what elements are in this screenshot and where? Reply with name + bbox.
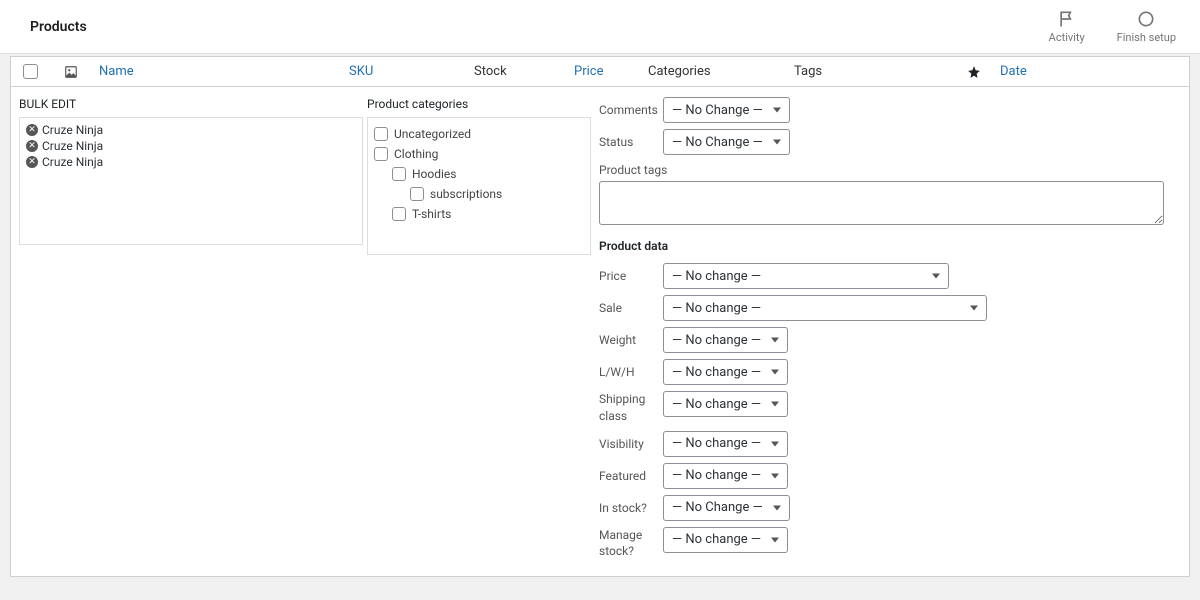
finish-setup-button[interactable]: Finish setup — [1117, 9, 1176, 44]
category-item[interactable]: subscriptions — [408, 184, 586, 204]
remove-icon[interactable]: ✕ — [26, 140, 38, 152]
lwh-row: L/W/H — No change — — [599, 359, 1181, 385]
column-categories: Categories — [642, 64, 788, 79]
price-label: Price — [599, 269, 663, 283]
top-bar: Products Activity Finish setup — [0, 0, 1200, 54]
star-icon — [967, 65, 981, 79]
manage-label: Manage stock? — [599, 527, 663, 561]
category-label: Uncategorized — [394, 127, 471, 141]
category-label: T-shirts — [412, 207, 451, 221]
bulk-title-item[interactable]: ✕ Cruze Ninja — [26, 138, 356, 154]
bulk-title-item[interactable]: ✕ Cruze Ninja — [26, 154, 356, 170]
finish-label: Finish setup — [1117, 31, 1176, 44]
instock-select[interactable]: — No Change — — [663, 495, 790, 521]
category-label: Hoodies — [412, 167, 457, 181]
sale-select[interactable]: — No change — — [663, 295, 987, 321]
instock-row: In stock? — No Change — — [599, 495, 1181, 521]
product-data-rows: Price — No change — Sale — No change — W… — [599, 263, 1181, 560]
bulk-edit-row: BULK EDIT ✕ Cruze Ninja ✕ Cruze Ninja ✕ … — [10, 87, 1190, 577]
column-tags: Tags — [788, 64, 954, 79]
activity-button[interactable]: Activity — [1049, 9, 1085, 44]
category-checkbox[interactable] — [392, 207, 406, 221]
product-tags-input[interactable] — [599, 181, 1164, 225]
status-select[interactable]: — No Change — — [663, 129, 790, 155]
weight-label: Weight — [599, 333, 663, 347]
topbar-actions: Activity Finish setup — [1049, 9, 1176, 44]
page-title: Products — [30, 19, 87, 35]
column-price[interactable]: Price — [568, 64, 642, 79]
shipping-label: Shipping class — [599, 391, 663, 425]
bulk-left-column: BULK EDIT ✕ Cruze Ninja ✕ Cruze Ninja ✕ … — [19, 97, 363, 566]
bulk-titles-list[interactable]: ✕ Cruze Ninja ✕ Cruze Ninja ✕ Cruze Ninj… — [19, 117, 363, 245]
bulk-right-column: Comments — No Change — Status — No Chang… — [591, 97, 1181, 566]
category-checkbox[interactable] — [374, 147, 388, 161]
flag-icon — [1057, 9, 1077, 29]
column-sku[interactable]: SKU — [343, 64, 468, 79]
activity-label: Activity — [1049, 31, 1085, 44]
bulk-title-label: Cruze Ninja — [42, 139, 103, 153]
category-item[interactable]: Uncategorized — [372, 124, 586, 144]
comments-label: Comments — [599, 103, 663, 117]
weight-select[interactable]: — No change — — [663, 327, 788, 353]
price-row: Price — No change — — [599, 263, 1181, 289]
category-label: subscriptions — [430, 187, 502, 201]
column-name[interactable]: Name — [93, 64, 343, 79]
comments-row: Comments — No Change — — [599, 97, 1181, 123]
featured-label: Featured — [599, 469, 663, 483]
product-data-title: Product data — [599, 239, 1181, 253]
column-featured — [954, 65, 994, 79]
category-label: Clothing — [394, 147, 438, 161]
column-date[interactable]: Date — [994, 64, 1094, 79]
column-checkbox — [11, 64, 49, 79]
comments-select[interactable]: — No Change — — [663, 97, 790, 123]
featured-row: Featured — No change — — [599, 463, 1181, 489]
lwh-label: L/W/H — [599, 365, 663, 379]
circle-icon — [1136, 9, 1156, 29]
bulk-title-label: Cruze Ninja — [42, 155, 103, 169]
remove-icon[interactable]: ✕ — [26, 156, 38, 168]
category-checkbox[interactable] — [392, 167, 406, 181]
category-checkbox[interactable] — [374, 127, 388, 141]
bulk-mid-column: Product categories Uncategorized Clothin… — [367, 97, 591, 566]
manage-row: Manage stock? — No change — — [599, 527, 1181, 561]
weight-row: Weight — No change — — [599, 327, 1181, 353]
category-item[interactable]: Clothing — [372, 144, 586, 164]
categories-title: Product categories — [367, 97, 591, 111]
product-tags-label: Product tags — [599, 163, 1181, 177]
status-label: Status — [599, 135, 663, 149]
sale-label: Sale — [599, 301, 663, 315]
column-stock: Stock — [468, 64, 568, 79]
shipping-select[interactable]: — No change — — [663, 391, 788, 417]
bulk-title-item[interactable]: ✕ Cruze Ninja — [26, 122, 356, 138]
categories-list[interactable]: Uncategorized Clothing Hoodies subscript… — [367, 117, 591, 255]
category-item[interactable]: T-shirts — [390, 204, 586, 224]
visibility-row: Visibility — No change — — [599, 431, 1181, 457]
visibility-label: Visibility — [599, 437, 663, 451]
content: Name SKU Stock Price Categories Tags Dat… — [0, 56, 1200, 577]
bulk-title-label: Cruze Ninja — [42, 123, 103, 137]
price-select[interactable]: — No change — — [663, 263, 949, 289]
lwh-select[interactable]: — No change — — [663, 359, 788, 385]
category-checkbox[interactable] — [410, 187, 424, 201]
shipping-row: Shipping class — No change — — [599, 391, 1181, 425]
table-header: Name SKU Stock Price Categories Tags Dat… — [10, 56, 1190, 87]
status-row: Status — No Change — — [599, 129, 1181, 155]
image-icon — [64, 65, 78, 79]
visibility-select[interactable]: — No change — — [663, 431, 788, 457]
select-all-checkbox[interactable] — [23, 64, 38, 79]
instock-label: In stock? — [599, 501, 663, 515]
bulk-edit-title: BULK EDIT — [19, 97, 363, 111]
manage-select[interactable]: — No change — — [663, 527, 788, 553]
sale-row: Sale — No change — — [599, 295, 1181, 321]
featured-select[interactable]: — No change — — [663, 463, 788, 489]
category-item[interactable]: Hoodies — [390, 164, 586, 184]
column-image — [49, 65, 93, 79]
remove-icon[interactable]: ✕ — [26, 124, 38, 136]
